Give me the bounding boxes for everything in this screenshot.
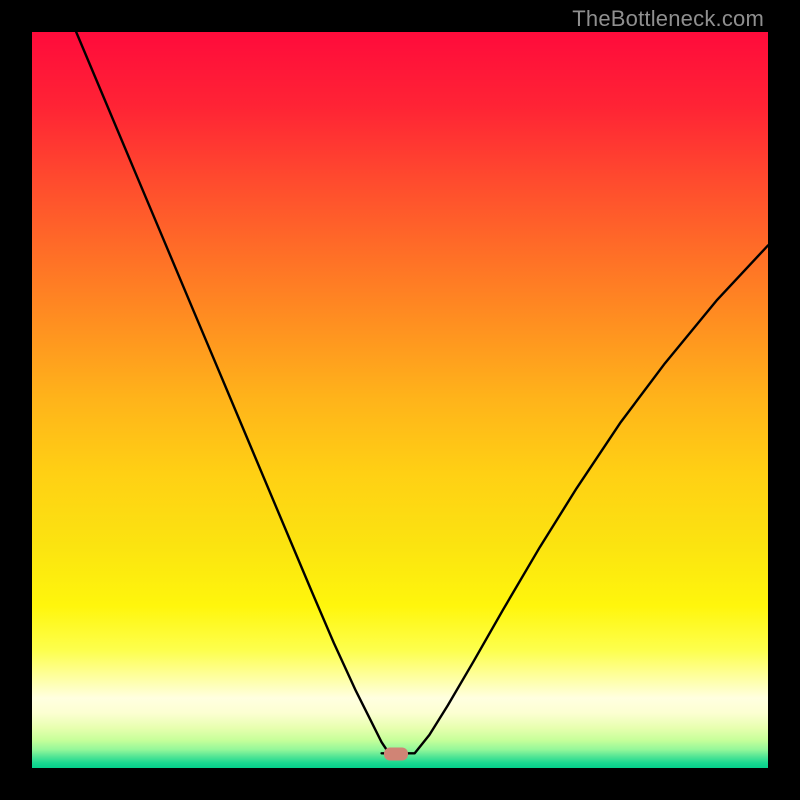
watermark-text: TheBottleneck.com: [572, 6, 764, 32]
bottleneck-curve: [32, 32, 768, 768]
chart-stage: TheBottleneck.com: [0, 0, 800, 800]
plot-area: [32, 32, 768, 768]
optimum-marker: [384, 748, 408, 761]
